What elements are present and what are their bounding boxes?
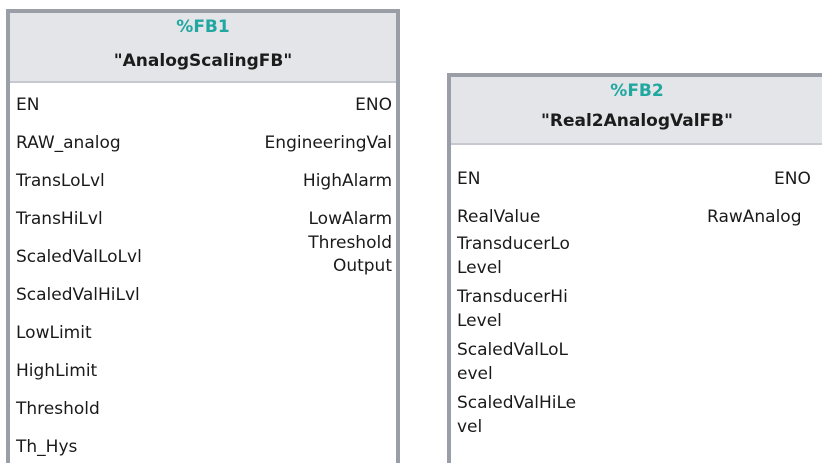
fb1-input-high-limit[interactable]: HighLimit [16,361,97,382]
fb1-header: %FB1 "AnalogScalingFB" [10,13,396,83]
fb2-number: %FB2 [610,81,664,101]
fb1-input-trans-lo-lvl[interactable]: TransLoLvl [16,171,105,192]
fb2-output-raw-analog[interactable]: RawAnalog [707,207,802,228]
fb2-input-transducer-lo-level[interactable]: TransducerLoLevel [457,232,577,280]
fb1-input-scaled-val-hi-lvl[interactable]: ScaledValHiLvl [16,285,140,306]
fb1-number: %FB1 [176,17,230,37]
fb1-input-th-hys[interactable]: Th_Hys [16,437,77,458]
fb2-input-scaled-val-lo-level[interactable]: ScaledValLoLevel [457,338,577,386]
fb2-output-eno[interactable]: ENO [774,169,811,190]
fb1-output-low-alarm[interactable]: LowAlarm [309,209,393,230]
fb1-input-en[interactable]: EN [16,95,39,116]
fb2-input-en[interactable]: EN [457,169,480,190]
fb1-input-threshold[interactable]: Threshold [16,399,100,420]
fb2-input-transducer-hi-level[interactable]: TransducerHiLevel [457,285,577,333]
fb2-header: %FB2 "Real2AnalogValFB" [451,77,822,145]
fb2-input-scaled-val-hi-level[interactable]: ScaledValHiLevel [457,391,577,439]
fb1-output-output[interactable]: Output [333,256,392,277]
function-block-fb2[interactable]: %FB2 "Real2AnalogValFB" EN RealValue Tra… [447,73,822,463]
fb2-name: "Real2AnalogValFB" [541,111,733,131]
fb1-output-engineering-val[interactable]: EngineeringVal [265,133,392,154]
fb2-input-real-value[interactable]: RealValue [457,207,540,228]
fb1-output-threshold[interactable]: Threshold [308,233,392,254]
fb1-input-trans-hi-lvl[interactable]: TransHiLvl [16,209,103,230]
fb1-input-low-limit[interactable]: LowLimit [16,323,92,344]
fb1-name: "AnalogScalingFB" [113,51,293,71]
fb1-input-scaled-val-lo-lvl[interactable]: ScaledValLoLvl [16,247,142,268]
fb1-output-eno[interactable]: ENO [355,95,392,116]
fb1-output-high-alarm[interactable]: HighAlarm [303,171,392,192]
diagram-canvas: %FB1 "AnalogScalingFB" EN RAW_analog Tra… [0,0,822,463]
function-block-fb1[interactable]: %FB1 "AnalogScalingFB" EN RAW_analog Tra… [6,9,400,463]
fb1-input-raw-analog[interactable]: RAW_analog [16,133,121,154]
